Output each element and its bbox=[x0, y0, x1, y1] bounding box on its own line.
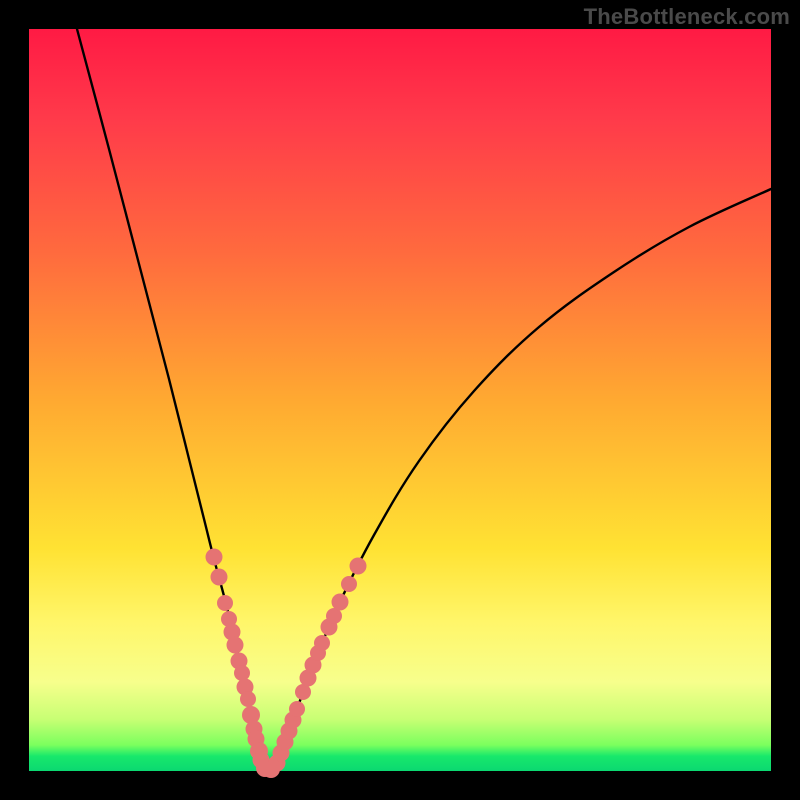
data-point bbox=[206, 549, 223, 566]
data-point bbox=[314, 635, 330, 651]
data-point bbox=[332, 594, 349, 611]
data-point bbox=[217, 595, 233, 611]
data-point bbox=[227, 637, 244, 654]
curve-svg bbox=[29, 29, 771, 771]
data-point bbox=[341, 576, 357, 592]
chart-frame: TheBottleneck.com bbox=[0, 0, 800, 800]
data-points bbox=[206, 549, 367, 779]
data-point bbox=[211, 569, 228, 586]
watermark-text: TheBottleneck.com bbox=[584, 4, 790, 30]
plot-area bbox=[29, 29, 771, 771]
curve-path bbox=[77, 29, 771, 771]
data-point bbox=[240, 691, 256, 707]
data-point bbox=[289, 701, 305, 717]
bottleneck-curve bbox=[77, 29, 771, 771]
data-point bbox=[350, 558, 367, 575]
data-point bbox=[234, 665, 250, 681]
